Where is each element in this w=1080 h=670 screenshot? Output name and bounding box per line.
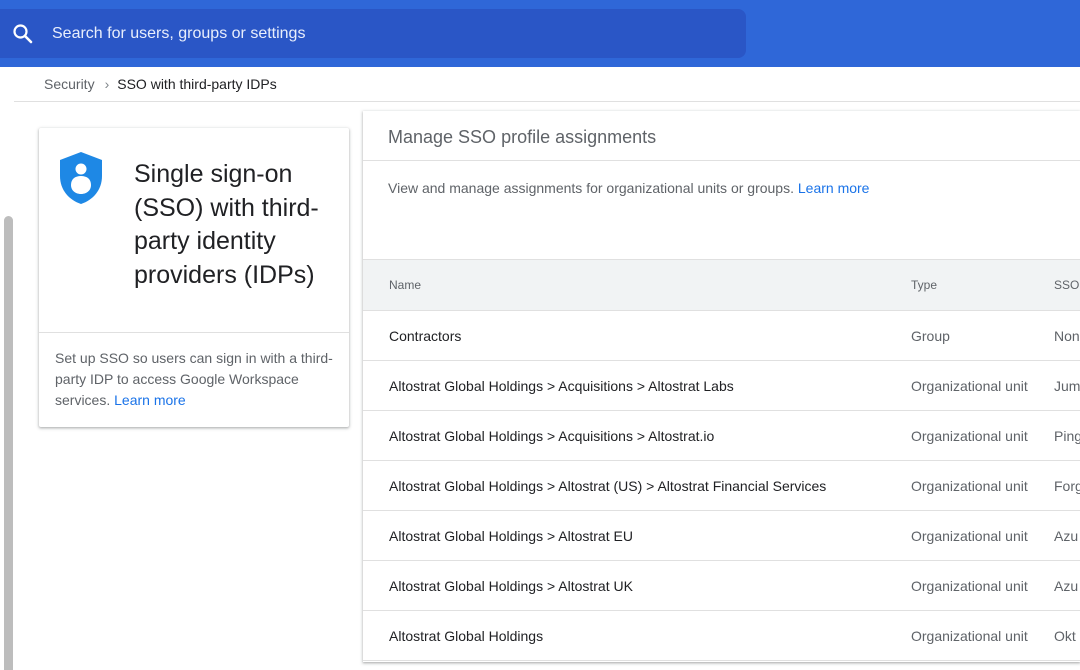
- row-sso-profile: Azu: [1054, 578, 1079, 594]
- table-row[interactable]: Altostrat Global Holdings > Altostrat EU…: [363, 511, 1080, 561]
- row-name: Altostrat Global Holdings > Altostrat (U…: [389, 478, 827, 494]
- card-header: Manage SSO profile assignments: [363, 111, 1080, 161]
- sso-info-card: Single sign-on (SSO) with third-party id…: [39, 128, 349, 427]
- row-name: Altostrat Global Holdings > Acquisitions…: [389, 428, 715, 444]
- row-sso-profile: Non: [1054, 328, 1080, 344]
- row-sso-profile: Azu: [1054, 528, 1079, 544]
- row-name: Altostrat Global Holdings: [389, 628, 544, 644]
- chevron-right-icon: ›: [104, 76, 110, 92]
- row-name: Altostrat Global Holdings > Altostrat EU: [389, 528, 633, 544]
- card-subtitle-text: View and manage assignments for organiza…: [388, 180, 794, 196]
- breadcrumb-divider: [14, 101, 1080, 102]
- sso-assignments-card: Manage SSO profile assignments View and …: [363, 111, 1080, 662]
- row-name: Altostrat Global Holdings > Altostrat UK: [389, 578, 633, 594]
- row-sso-profile: Ping: [1054, 428, 1080, 444]
- info-card-title: Single sign-on (SSO) with third-party id…: [134, 160, 319, 289]
- column-header-type[interactable]: Type: [911, 278, 937, 292]
- table-row[interactable]: Altostrat Global Holdings > Altostrat (U…: [363, 461, 1080, 511]
- assignments-table: Name Type SSO Contractors Group Non Alto…: [363, 259, 1080, 661]
- row-name: Contractors: [389, 328, 462, 344]
- table-row[interactable]: Contractors Group Non: [363, 311, 1080, 361]
- row-type: Organizational unit: [911, 628, 1028, 644]
- table-header-row: Name Type SSO: [363, 259, 1080, 311]
- card-subtitle: View and manage assignments for organiza…: [388, 180, 869, 196]
- table-row[interactable]: Altostrat Global Holdings Organizational…: [363, 611, 1080, 661]
- row-name: Altostrat Global Holdings > Acquisitions…: [389, 378, 734, 394]
- shield-person-icon: [60, 152, 102, 204]
- info-card-divider: [39, 332, 349, 333]
- page-scrollbar[interactable]: [4, 216, 13, 670]
- breadcrumb-security-link[interactable]: Security: [44, 76, 95, 92]
- info-card-description: Set up SSO so users can sign in with a t…: [55, 348, 333, 411]
- search-icon[interactable]: [11, 22, 35, 46]
- row-type: Organizational unit: [911, 378, 1028, 394]
- row-type: Organizational unit: [911, 428, 1028, 444]
- card-learn-more-link[interactable]: Learn more: [798, 180, 870, 196]
- top-app-bar: [0, 0, 1080, 67]
- row-sso-profile: Okt: [1054, 628, 1076, 644]
- table-row[interactable]: Altostrat Global Holdings > Altostrat UK…: [363, 561, 1080, 611]
- card-title: Manage SSO profile assignments: [388, 127, 657, 147]
- info-card-learn-more-link[interactable]: Learn more: [114, 392, 186, 408]
- row-type: Organizational unit: [911, 578, 1028, 594]
- column-header-sso[interactable]: SSO: [1054, 278, 1079, 292]
- search-input[interactable]: [52, 9, 732, 58]
- table-row[interactable]: Altostrat Global Holdings > Acquisitions…: [363, 361, 1080, 411]
- table-row[interactable]: Altostrat Global Holdings > Acquisitions…: [363, 411, 1080, 461]
- breadcrumb-current: SSO with third-party IDPs: [117, 76, 277, 92]
- row-type: Group: [911, 328, 950, 344]
- breadcrumb: Security › SSO with third-party IDPs: [44, 74, 277, 94]
- row-type: Organizational unit: [911, 528, 1028, 544]
- row-sso-profile: Jum: [1054, 378, 1080, 394]
- search-bar[interactable]: [0, 9, 746, 58]
- row-sso-profile: Forg: [1054, 478, 1080, 494]
- column-header-name[interactable]: Name: [389, 278, 421, 292]
- info-card-description-text: Set up SSO so users can sign in with a t…: [55, 350, 333, 408]
- row-type: Organizational unit: [911, 478, 1028, 494]
